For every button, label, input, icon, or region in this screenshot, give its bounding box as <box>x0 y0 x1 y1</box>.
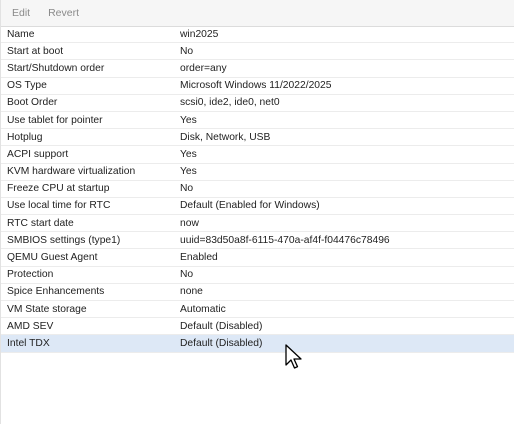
option-key: Start/Shutdown order <box>7 62 105 74</box>
option-value: now <box>180 217 199 229</box>
revert-button[interactable]: Revert <box>40 2 87 24</box>
option-key: OS Type <box>7 80 47 92</box>
option-row-boot-order[interactable]: Boot Order scsi0, ide2, ide0, net0 <box>1 95 514 112</box>
option-row-guest-agent[interactable]: QEMU Guest Agent Enabled <box>1 249 514 267</box>
option-value: order=any <box>180 62 227 74</box>
option-key: KVM hardware virtualization <box>7 166 136 178</box>
option-key: Use local time for RTC <box>7 200 111 212</box>
option-row-name[interactable]: Name win2025 <box>1 26 514 44</box>
option-row-start-at-boot[interactable]: Start at boot No <box>1 43 514 61</box>
option-row-vm-state-storage[interactable]: VM State storage Automatic <box>1 301 514 319</box>
option-value: Yes <box>180 148 197 160</box>
option-row-kvm[interactable]: KVM hardware virtualization Yes <box>1 164 514 181</box>
option-key: Start at boot <box>7 45 64 57</box>
option-row-hotplug[interactable]: Hotplug Disk, Network, USB <box>1 129 514 147</box>
option-value: Enabled <box>180 252 218 264</box>
option-value: win2025 <box>180 28 219 40</box>
option-value: Default (Disabled) <box>180 337 263 349</box>
option-value: scsi0, ide2, ide0, net0 <box>180 97 280 109</box>
option-row-rtc-start-date[interactable]: RTC start date now <box>1 215 514 233</box>
option-value: Automatic <box>180 303 226 315</box>
option-row-freeze-cpu[interactable]: Freeze CPU at startup No <box>1 181 514 198</box>
option-row-smbios[interactable]: SMBIOS settings (type1) uuid=83d50a8f-61… <box>1 232 514 250</box>
option-value: No <box>180 45 194 57</box>
option-value: none <box>180 286 203 298</box>
option-key: SMBIOS settings (type1) <box>7 234 121 246</box>
option-row-os-type[interactable]: OS Type Microsoft Windows 11/2022/2025 <box>1 78 514 95</box>
option-value: Default (Disabled) <box>180 320 263 332</box>
options-toolbar: Edit Revert <box>1 0 514 27</box>
option-value: uuid=83d50a8f-6115-470a-af4f-f04476c7849… <box>180 234 390 246</box>
option-key: Spice Enhancements <box>7 286 105 298</box>
option-key: QEMU Guest Agent <box>7 252 98 264</box>
option-row-acpi[interactable]: ACPI support Yes <box>1 146 514 164</box>
option-value: Yes <box>180 114 197 126</box>
option-row-spice[interactable]: Spice Enhancements none <box>1 284 514 301</box>
option-key: AMD SEV <box>7 320 54 332</box>
option-value: No <box>180 183 194 195</box>
option-key: ACPI support <box>7 148 69 160</box>
option-key: Use tablet for pointer <box>7 114 103 126</box>
option-row-protection[interactable]: Protection No <box>1 267 514 284</box>
option-key: RTC start date <box>7 217 74 229</box>
option-row-local-time-rtc[interactable]: Use local time for RTC Default (Enabled … <box>1 198 514 216</box>
option-row-startup-order[interactable]: Start/Shutdown order order=any <box>1 60 514 78</box>
option-row-intel-tdx[interactable]: Intel TDX Default (Disabled) <box>1 335 514 353</box>
edit-button[interactable]: Edit <box>4 2 38 24</box>
option-value: Default (Enabled for Windows) <box>180 200 320 212</box>
option-value: Microsoft Windows 11/2022/2025 <box>180 80 332 92</box>
option-row-amd-sev[interactable]: AMD SEV Default (Disabled) <box>1 318 514 336</box>
option-key: VM State storage <box>7 303 87 315</box>
option-value: Disk, Network, USB <box>180 131 271 143</box>
mouse-pointer-icon <box>285 344 302 369</box>
option-row-tablet-pointer[interactable]: Use tablet for pointer Yes <box>1 112 514 130</box>
options-panel: Edit Revert Name win2025 Start at boot N… <box>0 0 514 424</box>
option-key: Protection <box>7 269 54 281</box>
option-key: Freeze CPU at startup <box>7 183 110 195</box>
options-grid: Name win2025 Start at boot No Start/Shut… <box>1 26 514 353</box>
option-value: Yes <box>180 166 197 178</box>
option-value: No <box>180 269 194 281</box>
option-key: Hotplug <box>7 131 43 143</box>
option-key: Name <box>7 28 35 40</box>
option-key: Intel TDX <box>7 337 50 349</box>
option-key: Boot Order <box>7 97 58 109</box>
